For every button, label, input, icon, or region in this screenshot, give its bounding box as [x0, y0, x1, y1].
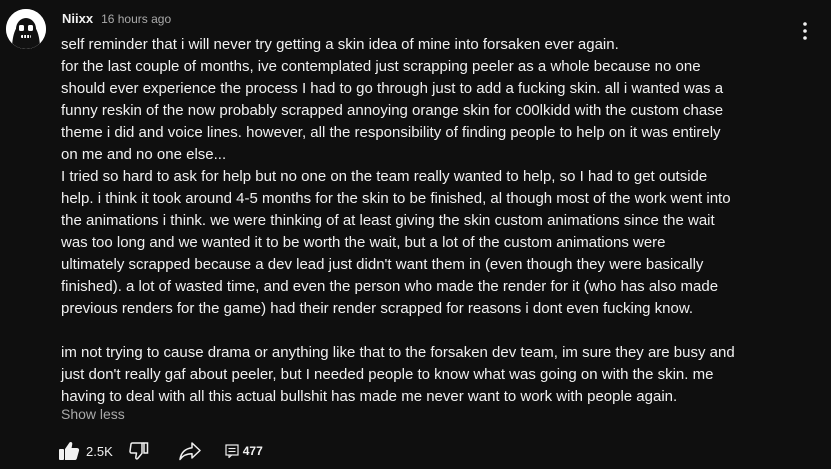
comment-line: on me and no one else... [61, 146, 227, 163]
comment-toolbar: 2.5K 477 [58, 437, 263, 465]
comment-line: previous renders for the game) had their… [61, 300, 694, 317]
comment-line: I tried so hard to ask for help but no o… [61, 168, 708, 185]
share-button[interactable] [179, 441, 201, 461]
comment-line: just don't really gaf about peeler, but … [61, 366, 714, 383]
comment-line: help. i think it took around 4-5 months … [61, 190, 731, 207]
comment-body: self reminder that i will never try gett… [61, 34, 817, 408]
dislike-button[interactable] [128, 441, 149, 461]
comment-line: the animations i think. we were thinking… [61, 212, 715, 229]
comment-line: was too long and we wanted it to be wort… [61, 234, 666, 251]
replies-button[interactable]: 477 [225, 444, 263, 458]
comment-replies-icon [225, 444, 239, 458]
show-less-button[interactable]: Show less [61, 404, 125, 424]
comment-line: for the last couple of months, ive conte… [61, 58, 701, 75]
comment-line: self reminder that i will never try gett… [61, 36, 619, 53]
comment-line: should ever experience the process I had… [61, 80, 724, 97]
comment-line: funny reskin of the now probably scrappe… [61, 102, 724, 119]
comment-timestamp[interactable]: 16 hours ago [101, 12, 171, 26]
thumbs-up-icon [59, 442, 80, 460]
author-name[interactable]: Niixx [62, 11, 93, 26]
reply-count: 477 [242, 444, 263, 458]
comment-thread: Niixx 16 hours ago self reminder that i … [0, 0, 831, 469]
share-arrow-icon [179, 442, 201, 461]
comment-header: Niixx 16 hours ago [62, 11, 171, 27]
comment-line: ultimately scrapped because a dev lead j… [61, 256, 704, 273]
avatar[interactable] [6, 9, 46, 49]
comment-line: finished). a lot of wasted time, and eve… [61, 278, 719, 295]
like-count: 2.5K [86, 443, 113, 459]
avatar-image [6, 9, 46, 49]
thumbs-down-icon [128, 442, 148, 460]
like-button[interactable]: 2.5K [58, 441, 113, 461]
comment-line: im not trying to cause drama or anything… [61, 344, 735, 361]
comment-line: theme i did and voice lines. however, al… [61, 124, 721, 141]
comment-line: having to deal with all this actual bull… [61, 388, 678, 405]
